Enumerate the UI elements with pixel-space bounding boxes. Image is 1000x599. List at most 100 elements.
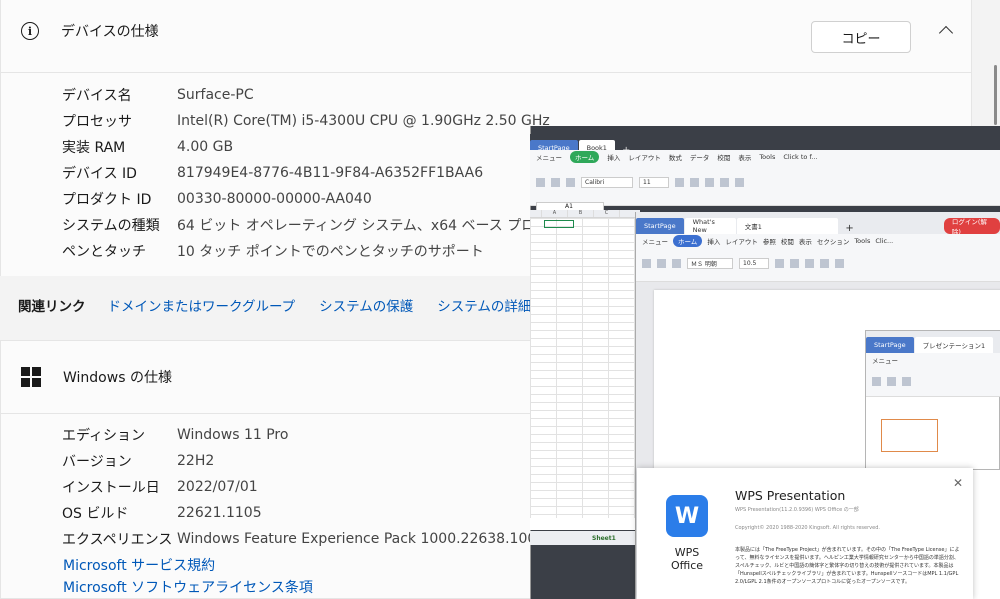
font-select[interactable]: Calibri [581, 176, 633, 188]
menu-item[interactable]: 数式 [669, 152, 682, 162]
font-size-select[interactable]: 10.5 [739, 257, 769, 269]
grid-rows[interactable] [530, 218, 640, 518]
login-button[interactable]: ログイン(解除) [943, 218, 1000, 236]
menu-item[interactable]: レイアウト [628, 152, 661, 162]
spec-row: デバイス ID 817949E4-8776-4B11-9F84-A6352FF1B… [62, 160, 577, 186]
list-icon[interactable] [835, 258, 844, 268]
spec-value: 4.00 GB [177, 139, 234, 155]
link-system-protection[interactable]: システムの保護 [319, 295, 413, 315]
link-domain-workgroup[interactable]: ドメインまたはワークグループ [108, 295, 296, 315]
spec-value: 22H2 [177, 453, 215, 469]
spec-key: バージョン [62, 454, 132, 470]
align-icon[interactable] [720, 177, 729, 187]
spec-row: エディション Windows 11 Pro [62, 422, 559, 448]
ppt-toolbar: メニュー [866, 353, 1000, 397]
ppt-ribbon [866, 367, 1000, 395]
windows-logo-icon [21, 367, 41, 387]
column-headers: ABC [530, 210, 640, 218]
spec-row: プロセッサ Intel(R) Core(TM) i5-4300U CPU @ 1.… [62, 108, 577, 134]
menu-item[interactable]: Clic... [875, 237, 893, 245]
selected-cell[interactable] [544, 220, 574, 228]
sheet-tab[interactable]: Sheet1 [530, 531, 640, 545]
spec-value: Surface-PC [177, 87, 254, 103]
settings-page: i デバイスの仕様 コピー デバイス名 Surface-PC プロセッサ Intel… [0, 0, 1000, 599]
about-title: WPS Presentation [735, 488, 846, 503]
menu-item[interactable]: データ [690, 152, 710, 162]
doc-tabbar: StartPage What's New 文書1 + ログイン(解除) [636, 212, 1000, 236]
menu-item[interactable]: ホーム [570, 151, 600, 163]
cut-icon[interactable] [887, 376, 896, 386]
tab-startpage[interactable]: StartPage [636, 218, 684, 234]
format-painter-icon[interactable] [566, 177, 575, 187]
link-ms-license-terms[interactable]: Microsoft ソフトウェアライセンス条項 [1, 576, 313, 598]
about-version: WPS Presentation(11.2.0.9396) WPS Office… [735, 507, 859, 513]
menu-item[interactable]: ホーム [673, 235, 703, 247]
menu-item[interactable]: メニュー [872, 355, 898, 365]
menu-item[interactable]: Click to f... [783, 153, 817, 161]
link-ms-service-agreement[interactable]: Microsoft サービス規約 [1, 554, 313, 576]
ppt-tabbar: StartPage プレゼンテーション1 [866, 331, 1000, 353]
format-painter-icon[interactable] [672, 258, 681, 268]
bold-icon[interactable] [675, 177, 684, 187]
menu-item[interactable]: レイアウト [725, 236, 758, 246]
spec-row: OS ビルド 22621.1105 [62, 500, 559, 526]
windows-spec-list: エディション Windows 11 Pro バージョン 22H2 インストール日 20… [1, 422, 559, 552]
spec-row: システムの種類 64 ビット オペレーティング システム、x64 ベース プロセッ… [62, 212, 577, 238]
spec-value: Intel(R) Core(TM) i5-4300U CPU @ 1.90GHz… [177, 113, 550, 129]
scrollbar[interactable] [994, 65, 997, 125]
font-select[interactable]: ＭＳ 明朝 [687, 257, 733, 269]
spec-key: プロセッサ [62, 114, 132, 130]
menu-item[interactable]: Tools [854, 237, 870, 245]
windows-spec-title: Windows の仕様 [63, 370, 172, 386]
slide-thumbnail[interactable] [881, 419, 938, 452]
copy-button[interactable]: コピー [811, 21, 911, 53]
paste-icon[interactable] [536, 177, 545, 187]
tab-whats-new[interactable]: What's New [684, 218, 736, 234]
paste-icon[interactable] [872, 376, 881, 386]
spec-value: 22621.1105 [177, 505, 262, 521]
font-size-select[interactable]: 11 [639, 176, 669, 188]
menu-item[interactable]: 校閲 [781, 236, 794, 246]
align-icon[interactable] [820, 258, 829, 268]
menu-item[interactable]: 挿入 [707, 236, 720, 246]
spec-row: インストール日 2022/07/01 [62, 474, 559, 500]
merge-icon[interactable] [735, 177, 744, 187]
spec-row: エクスペリエンス Windows Feature Experience Pack … [62, 526, 559, 552]
menu-item[interactable]: セクション [817, 236, 850, 246]
menu-item[interactable]: 表示 [738, 152, 751, 162]
underline-icon[interactable] [705, 177, 714, 187]
doc-menu-row: メニュー ホーム 挿入 レイアウト 参照 校閲 表示 セクション Tools C… [636, 234, 1000, 248]
tab-startpage[interactable]: StartPage [866, 337, 914, 353]
menu-item[interactable]: 挿入 [607, 152, 620, 162]
new-tab-icon[interactable]: + [845, 223, 853, 234]
spec-key: エクスペリエンス [62, 532, 173, 548]
menu-item[interactable]: 校閲 [717, 152, 730, 162]
cut-icon[interactable] [657, 258, 666, 268]
bold-icon[interactable] [775, 258, 784, 268]
menu-item[interactable]: メニュー [536, 152, 562, 162]
underline-icon[interactable] [805, 258, 814, 268]
spec-row: プロダクト ID 00330-80000-00000-AA040 [62, 186, 577, 212]
ms-links: Microsoft サービス規約 Microsoft ソフトウェアライセンス条項 [1, 554, 313, 598]
spreadsheet-grid[interactable]: ABC [530, 210, 640, 530]
spec-row: バージョン 22H2 [62, 448, 559, 474]
spec-key: プロダクト ID [62, 192, 152, 208]
paste-icon[interactable] [642, 258, 651, 268]
italic-icon[interactable] [790, 258, 799, 268]
menu-item[interactable]: 表示 [799, 236, 812, 246]
related-links-label: 関連リンク [18, 299, 86, 315]
spec-value: Windows 11 Pro [177, 427, 289, 443]
menu-item[interactable]: メニュー [642, 236, 668, 246]
tab-document1[interactable]: 文書1 [736, 218, 839, 234]
italic-icon[interactable] [690, 177, 699, 187]
spec-key: デバイス名 [62, 88, 132, 104]
menu-item[interactable]: Tools [759, 153, 775, 161]
cut-icon[interactable] [551, 177, 560, 187]
menu-item[interactable]: 参照 [763, 236, 776, 246]
tab-presentation1[interactable]: プレゼンテーション1 [914, 337, 994, 353]
format-painter-icon[interactable] [902, 376, 911, 386]
sheet-toolbar: メニュー ホーム 挿入 レイアウト 数式 データ 校閲 表示 Tools Cli… [530, 150, 1000, 206]
spec-value: 00330-80000-00000-AA040 [177, 191, 372, 207]
divider [1, 72, 971, 73]
close-icon[interactable]: ✕ [953, 476, 963, 490]
